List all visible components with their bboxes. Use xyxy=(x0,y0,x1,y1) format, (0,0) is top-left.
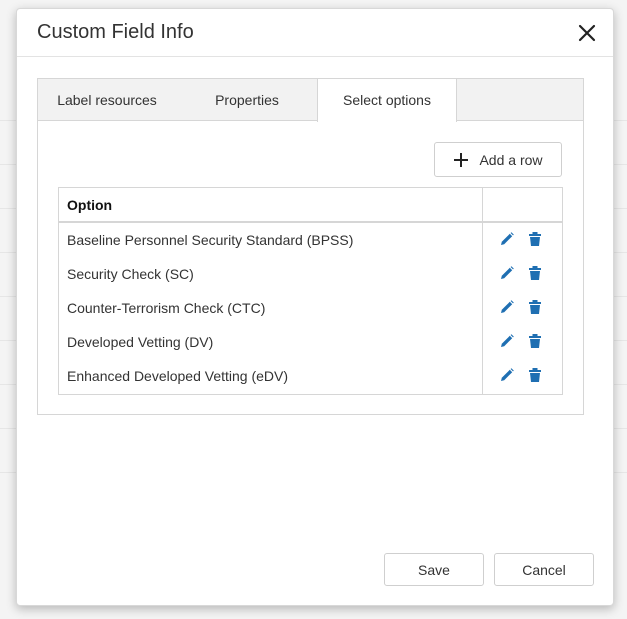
trash-icon[interactable] xyxy=(527,265,543,281)
option-label: Developed Vetting (DV) xyxy=(67,334,214,350)
dialog-header: Custom Field Info xyxy=(17,9,613,57)
table-row: Counter-Terrorism Check (CTC) xyxy=(59,291,562,325)
add-row-label: Add a row xyxy=(479,151,543,168)
trash-icon[interactable] xyxy=(527,367,543,383)
plus-icon xyxy=(454,152,469,167)
pencil-icon[interactable] xyxy=(499,231,515,247)
column-header-option: Option xyxy=(67,197,113,213)
close-button[interactable] xyxy=(575,21,599,45)
pencil-icon[interactable] xyxy=(499,367,515,383)
option-label: Baseline Personnel Security Standard (BP… xyxy=(67,232,354,248)
close-icon xyxy=(578,24,596,42)
save-button[interactable]: Save xyxy=(384,553,484,586)
option-label: Counter-Terrorism Check (CTC) xyxy=(67,300,266,316)
options-grid: Option Baseline Personnel Security Stand… xyxy=(58,187,563,395)
table-row: Enhanced Developed Vetting (eDV) xyxy=(59,359,562,393)
trash-icon[interactable] xyxy=(527,231,543,247)
add-row-button[interactable]: Add a row xyxy=(434,142,562,177)
grid-header: Option xyxy=(59,188,562,223)
tab-select-options[interactable]: Select options xyxy=(317,79,457,122)
trash-icon[interactable] xyxy=(527,299,543,315)
tab-panel: Label resources Properties Select option… xyxy=(37,78,584,415)
option-label: Security Check (SC) xyxy=(67,266,194,282)
table-row: Security Check (SC) xyxy=(59,257,562,291)
table-row: Developed Vetting (DV) xyxy=(59,325,562,359)
option-label: Enhanced Developed Vetting (eDV) xyxy=(67,368,289,384)
trash-icon[interactable] xyxy=(527,333,543,349)
table-row: Baseline Personnel Security Standard (BP… xyxy=(59,223,562,257)
tab-bar: Label resources Properties Select option… xyxy=(38,79,583,122)
pencil-icon[interactable] xyxy=(499,333,515,349)
pencil-icon[interactable] xyxy=(499,265,515,281)
cancel-button[interactable]: Cancel xyxy=(494,553,594,586)
tab-label-resources[interactable]: Label resources xyxy=(38,79,176,121)
tab-properties[interactable]: Properties xyxy=(176,79,318,121)
custom-field-info-dialog: Custom Field Info Label resources Proper… xyxy=(16,8,614,606)
dialog-title: Custom Field Info xyxy=(37,21,194,43)
pencil-icon[interactable] xyxy=(499,299,515,315)
